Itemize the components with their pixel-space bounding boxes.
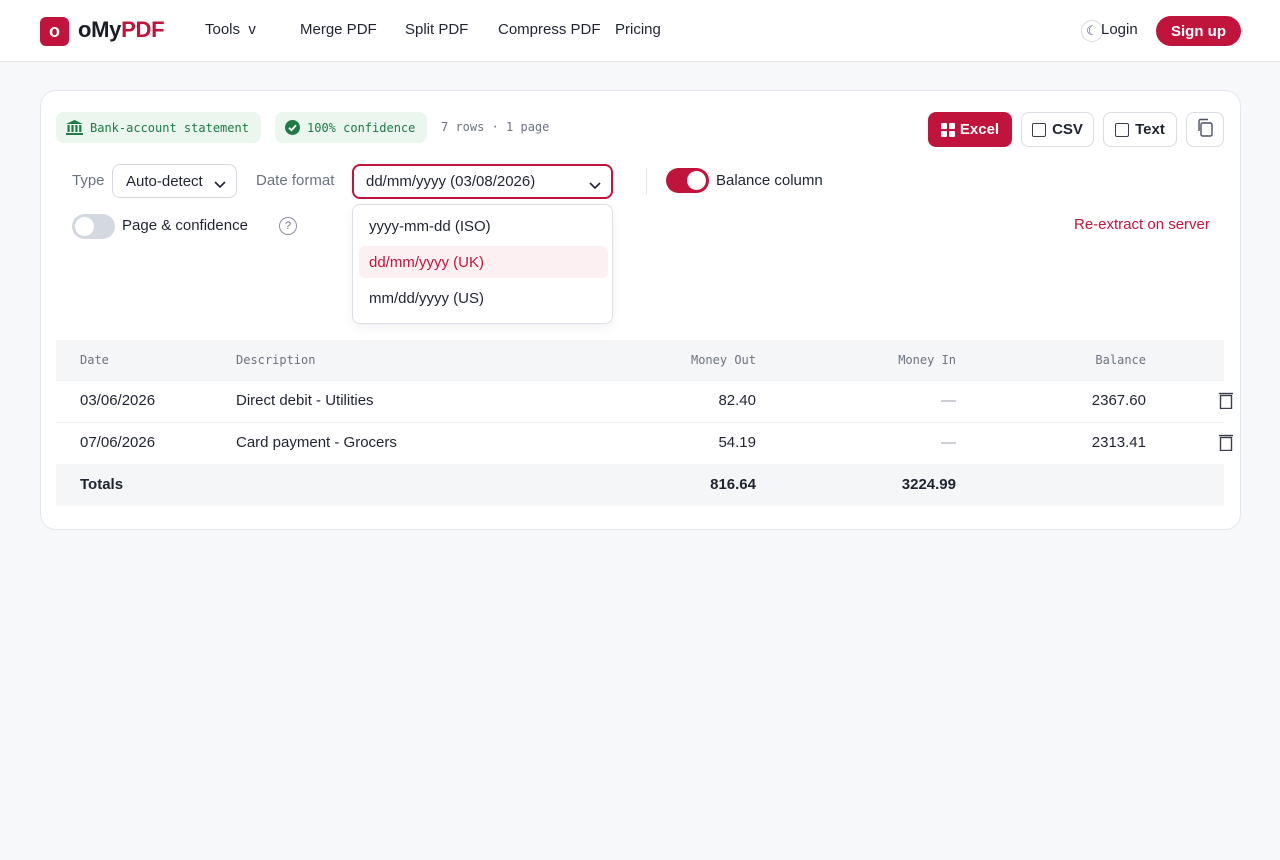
table-cell-description: Direct debit - Utilities xyxy=(236,392,374,409)
type-select[interactable]: Auto-detect xyxy=(112,164,237,198)
date-format-option-us[interactable]: mm/dd/yyyy (US) xyxy=(359,282,608,314)
brand-name-part1: oMy xyxy=(78,17,122,42)
moon-icon[interactable]: ☾ xyxy=(1081,20,1103,42)
toggle-knob xyxy=(687,171,706,190)
export-text-button[interactable]: Text xyxy=(1103,112,1177,147)
column-header-money-in: Money In xyxy=(898,353,956,367)
column-header-date: Date xyxy=(80,353,109,367)
totals-money-in: 3224.99 xyxy=(901,476,956,493)
export-excel-button[interactable]: Excel xyxy=(928,112,1012,147)
column-header-description: Description xyxy=(236,353,316,367)
divider xyxy=(646,168,647,195)
chevron-down-icon xyxy=(589,177,601,194)
logo-icon[interactable]: o xyxy=(40,17,69,46)
grid-icon xyxy=(940,122,955,137)
nav-tools-label: Tools xyxy=(205,21,241,38)
page-confidence-toggle[interactable] xyxy=(72,214,115,239)
date-format-label: Date format xyxy=(256,172,335,189)
checkbox-icon xyxy=(1032,122,1047,137)
nav-merge-pdf[interactable]: Merge PDF xyxy=(300,21,377,38)
help-icon[interactable]: ? xyxy=(279,217,297,235)
balance-column-label: Balance column xyxy=(716,172,823,189)
table-header xyxy=(56,340,1224,380)
row-divider xyxy=(56,380,1224,381)
totals-money-out: 816.64 xyxy=(710,476,756,493)
nav-split-pdf[interactable]: Split PDF xyxy=(405,21,468,38)
reextract-link[interactable]: Re-extract on server xyxy=(1074,216,1210,233)
login-link[interactable]: Login xyxy=(1101,21,1138,38)
table-cell-date: 03/06/2026 xyxy=(80,392,156,409)
nav-pricing[interactable]: Pricing xyxy=(615,21,661,38)
brand-name-part2: PDF xyxy=(121,17,165,42)
date-format-select-value: dd/mm/yyyy (03/08/2026) xyxy=(366,173,536,190)
export-text-label: Text xyxy=(1135,121,1165,138)
column-header-balance: Balance xyxy=(1095,353,1146,367)
column-header-money-out: Money Out xyxy=(690,353,756,367)
rows-pages-count: 7 rows · 1 page xyxy=(441,120,550,134)
logo-letter: o xyxy=(49,21,60,41)
date-format-select[interactable]: dd/mm/yyyy (03/08/2026) xyxy=(352,164,613,199)
delete-row-icon[interactable] xyxy=(1218,392,1234,414)
table-cell-money-out: 54.19 xyxy=(718,434,756,451)
toggle-knob xyxy=(75,217,94,236)
help-glyph: ? xyxy=(284,220,292,232)
table-cell-money-out: 82.40 xyxy=(718,392,756,409)
table-cell-money-in: — xyxy=(941,434,956,451)
export-excel-label: Excel xyxy=(959,121,1000,138)
date-format-option-iso[interactable]: yyyy-mm-dd (ISO) xyxy=(359,210,608,242)
type-label: Type xyxy=(72,172,105,189)
copy-icon xyxy=(1196,118,1214,142)
document-type-label: Bank-account statement xyxy=(90,120,249,135)
delete-row-icon[interactable] xyxy=(1218,434,1234,456)
export-csv-button[interactable]: CSV xyxy=(1021,112,1094,147)
row-divider xyxy=(56,422,1224,423)
export-csv-label: CSV xyxy=(1052,121,1083,138)
type-select-value: Auto-detect xyxy=(126,172,203,190)
document-type-badge: Bank-account statement xyxy=(56,112,261,143)
checkbox-icon xyxy=(1115,122,1130,137)
table-totals-row xyxy=(56,464,1224,506)
brand-name[interactable]: oMyPDF xyxy=(78,17,165,43)
top-navbar: o oMyPDF Tools v Merge PDF Split PDF Com… xyxy=(0,0,1280,62)
chevron-down-icon xyxy=(214,176,226,193)
chevron-down-icon: v xyxy=(248,21,256,38)
table-cell-balance: 2367.60 xyxy=(1091,392,1146,409)
date-format-dropdown: yyyy-mm-dd (ISO) dd/mm/yyyy (UK) mm/dd/y… xyxy=(352,204,613,324)
check-circle-icon xyxy=(285,120,300,135)
bank-icon xyxy=(66,120,83,135)
copy-button[interactable] xyxy=(1186,112,1224,147)
page-confidence-label: Page & confidence xyxy=(122,217,248,234)
nav-compress-pdf[interactable]: Compress PDF xyxy=(498,21,601,38)
date-format-option-uk[interactable]: dd/mm/yyyy (UK) xyxy=(359,246,608,278)
totals-label: Totals xyxy=(80,476,124,493)
confidence-badge: 100% confidence xyxy=(275,112,428,143)
table-cell-balance: 2313.41 xyxy=(1091,434,1146,451)
balance-column-toggle[interactable] xyxy=(666,168,709,193)
table-cell-money-in: — xyxy=(941,392,956,409)
signup-button[interactable]: Sign up xyxy=(1156,16,1241,46)
table-cell-description: Card payment - Grocers xyxy=(236,434,397,451)
confidence-label: 100% confidence xyxy=(307,120,416,135)
table-cell-date: 07/06/2026 xyxy=(80,434,156,451)
nav-tools-menu[interactable]: Tools v xyxy=(205,21,256,38)
